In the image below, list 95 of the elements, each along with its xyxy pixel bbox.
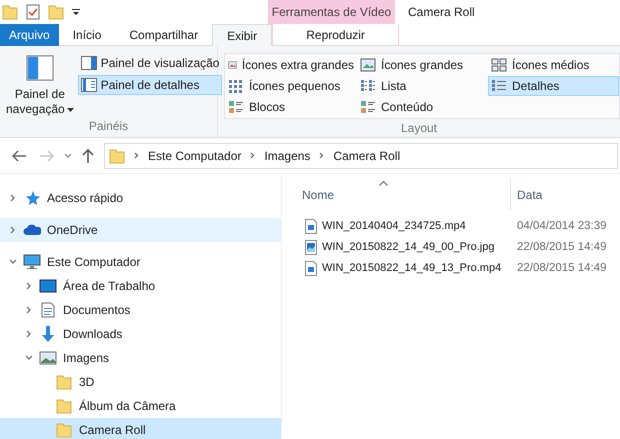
image-file-icon bbox=[305, 240, 317, 255]
ribbon-tab[interactable]: Compartilhar bbox=[115, 24, 212, 46]
layout-option[interactable]: Ícones grandes bbox=[357, 55, 488, 75]
caret-icon bbox=[66, 108, 74, 112]
file-name[interactable]: WIN_20140404_234725.mp4 bbox=[322, 218, 466, 235]
ribbon-tab[interactable]: Início bbox=[58, 24, 116, 46]
folder-icon bbox=[56, 398, 72, 414]
computer-icon bbox=[23, 254, 41, 270]
layout-option[interactable]: Conteúdo bbox=[357, 97, 488, 117]
window-title: Camera Roll bbox=[407, 4, 475, 21]
desktop-icon bbox=[39, 279, 57, 293]
tree-item-label: OneDrive bbox=[47, 222, 98, 239]
chevron-down-icon[interactable] bbox=[25, 354, 33, 362]
tree-item[interactable]: Acesso rápido bbox=[0, 186, 281, 210]
layout-option[interactable]: Ícones extra grandes bbox=[225, 55, 357, 75]
group-label: Layout bbox=[400, 120, 438, 137]
folder-icon bbox=[56, 422, 72, 438]
tree-item-label: Acesso rápido bbox=[47, 190, 124, 207]
chevron-right-icon[interactable] bbox=[9, 226, 17, 234]
video-file-icon bbox=[305, 261, 317, 276]
folder-icon bbox=[2, 4, 18, 20]
file-date: 22/08/2015 14:49 bbox=[516, 260, 607, 276]
pane-icon bbox=[80, 78, 97, 92]
tree-item[interactable]: Camera Roll bbox=[0, 418, 281, 439]
download-icon bbox=[40, 325, 56, 343]
list-icon bbox=[491, 79, 507, 93]
pane-toggle-button[interactable]: Painel de visualização bbox=[78, 53, 222, 73]
tree-item[interactable]: OneDrive bbox=[0, 218, 281, 242]
tree-item-label: Área de Trabalho bbox=[63, 278, 156, 295]
address-field[interactable]: Este Computador Imagens Camera Roll bbox=[104, 142, 618, 168]
grid-icon bbox=[491, 58, 507, 72]
tree-item[interactable]: Imagens bbox=[0, 346, 281, 370]
tiles-icon bbox=[228, 100, 244, 114]
pane-icon bbox=[80, 56, 97, 70]
up-arrow-icon[interactable] bbox=[82, 148, 94, 162]
navigation-pane-label: Painel de navegação bbox=[6, 87, 74, 117]
layout-option[interactable]: Ícones pequenos bbox=[225, 76, 357, 96]
tree-item-label: Camera Roll bbox=[79, 422, 146, 439]
ribbon-tab[interactable]: Exibir bbox=[212, 24, 272, 46]
tree-item-label: Álbum da Câmera bbox=[79, 398, 176, 415]
breadcrumb-item[interactable]: Camera Roll bbox=[333, 146, 400, 164]
chevron-down-icon[interactable] bbox=[9, 258, 17, 266]
group-label: Painéis bbox=[88, 118, 130, 135]
star-icon bbox=[24, 190, 40, 206]
tree-item[interactable]: Este Computador bbox=[0, 250, 281, 274]
dropdown-icon[interactable] bbox=[72, 8, 80, 16]
layout-option[interactable]: Ícones médios bbox=[488, 55, 619, 75]
file-date: 04/04/2014 23:39 bbox=[516, 218, 607, 234]
tiles-icon bbox=[360, 100, 376, 114]
breadcrumb-item[interactable]: Este Computador bbox=[148, 146, 242, 164]
list-icon bbox=[360, 79, 376, 93]
tree-item-label: Imagens bbox=[63, 350, 110, 367]
navigation-pane-button[interactable]: Painel de navegação bbox=[6, 52, 74, 117]
tree-item-label: Documentos bbox=[63, 302, 130, 319]
layout-option[interactable]: Detalhes bbox=[488, 76, 619, 96]
video-file-icon bbox=[305, 219, 317, 234]
tree-item-label: 3D bbox=[79, 374, 94, 391]
column-header[interactable]: Nome bbox=[302, 178, 511, 210]
chevron-down-icon[interactable] bbox=[64, 152, 72, 158]
chevron-right-icon[interactable] bbox=[25, 330, 33, 338]
picture-icon bbox=[39, 351, 57, 365]
pane-toggle-button[interactable]: Painel de detalhes bbox=[78, 75, 222, 95]
sort-up-icon bbox=[379, 181, 388, 186]
file-name[interactable]: WIN_20150822_14_49_00_Pro.jpg bbox=[322, 239, 494, 256]
folder-icon bbox=[109, 148, 125, 164]
tree-item[interactable]: Álbum da Câmera bbox=[0, 394, 281, 418]
file-name[interactable]: WIN_20150822_14_49_13_Pro.mp4 bbox=[322, 260, 502, 277]
layout-option[interactable]: Blocos bbox=[225, 97, 357, 117]
contextual-tab-group: Ferramentas de Vídeo bbox=[268, 0, 395, 24]
back-arrow-icon[interactable] bbox=[12, 150, 26, 162]
tree-item[interactable]: Downloads bbox=[0, 322, 281, 346]
breadcrumb-item[interactable]: Imagens bbox=[264, 146, 310, 164]
tree-item[interactable]: Área de Trabalho bbox=[0, 274, 281, 298]
checklist-icon[interactable] bbox=[26, 4, 40, 20]
tree-item-label: Este Computador bbox=[47, 254, 140, 271]
separator-icon bbox=[319, 152, 324, 159]
cloud-icon bbox=[23, 224, 41, 236]
document-icon bbox=[41, 302, 55, 318]
separator-icon bbox=[250, 152, 256, 159]
tree-item[interactable]: 3D bbox=[0, 370, 281, 394]
chevron-right-icon[interactable] bbox=[25, 306, 33, 314]
picture-icon bbox=[360, 58, 376, 72]
pane-icon bbox=[26, 54, 54, 82]
file-date: 22/08/2015 14:49 bbox=[516, 240, 607, 255]
grid-icon bbox=[228, 79, 244, 93]
folder-icon bbox=[56, 374, 72, 390]
chevron-right-icon[interactable] bbox=[9, 194, 17, 202]
layout-option[interactable]: Lista bbox=[357, 76, 488, 96]
chevron-right-icon[interactable] bbox=[25, 282, 33, 290]
separator-icon bbox=[134, 152, 139, 159]
ribbon-tab[interactable]: Arquivo bbox=[0, 24, 59, 46]
column-header[interactable]: Data bbox=[511, 178, 620, 210]
folder-icon bbox=[48, 4, 64, 20]
tree-item-label: Downloads bbox=[63, 326, 122, 343]
tree-item[interactable]: Documentos bbox=[0, 298, 281, 322]
